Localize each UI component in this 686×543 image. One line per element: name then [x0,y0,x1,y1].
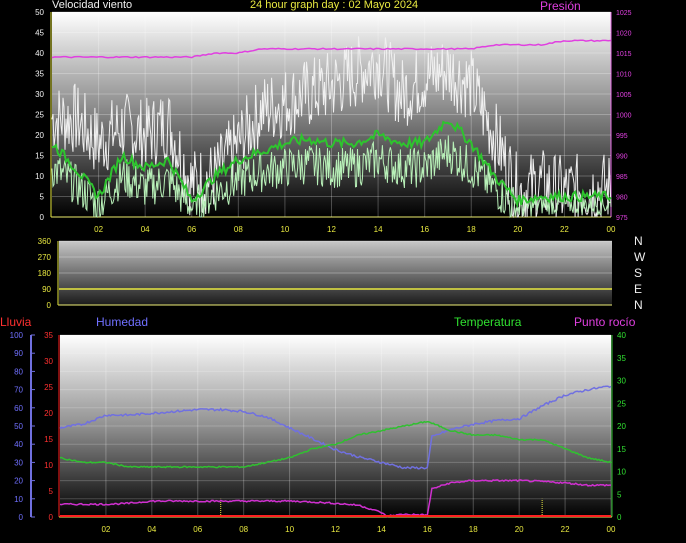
pressure-y-tick-label: 1020 [616,31,632,38]
humidity-x-tick-label: 16 [423,525,432,534]
humidity-y-tick-label: 90 [14,349,23,358]
pressure-y-tick-label: 1015 [616,51,632,58]
wind-y-tick-label: 5 [40,193,45,202]
humidity-x-tick-label: 20 [515,525,524,534]
pressure-label: Presión [540,0,581,13]
temp-y-tick-label: 35 [617,354,626,363]
temp-y-tick-label: 0 [617,513,622,522]
direction-y-tick-label: 90 [42,285,51,294]
pressure-y-tick-label: 1000 [616,113,632,120]
compass-e: E [634,282,643,296]
humidity-x-tick-label: 12 [331,525,340,534]
direction-y-tick-label: 180 [38,269,52,278]
rain-y-tick-label: 15 [44,435,53,444]
rain-y-tick-label: 20 [44,409,53,418]
pressure-y-tick-label: 1005 [616,92,632,99]
compass-s: S [634,266,643,280]
humidity-x-tick-label: 04 [147,525,156,534]
wind-y-tick-label: 45 [35,29,44,38]
wind-y-tick-label: 25 [35,111,44,120]
humidity-x-tick-label: 10 [285,525,294,534]
humidity-x-tick-label: 22 [561,525,570,534]
rain-y-tick-label: 10 [44,461,53,470]
compass-n-bottom: N [634,298,643,312]
humidity-y-tick-label: 20 [14,477,23,486]
pressure-y-tick-label: 985 [616,174,628,181]
wind-y-tick-label: 20 [35,131,44,140]
pressure-y-tick-label: 980 [616,195,628,202]
rain-y-tick-label: 35 [44,331,53,340]
humidity-y-tick-label: 40 [14,440,23,449]
wind-y-tick-label: 10 [35,172,44,181]
humidity-x-tick-label: 18 [469,525,478,534]
wind-y-tick-label: 15 [35,152,44,161]
temp-y-tick-label: 25 [617,399,626,408]
humidity-x-tick-label: 14 [377,525,386,534]
rain-label: Lluvia [0,315,32,329]
rain-y-tick-label: 30 [44,357,53,366]
temp-y-tick-label: 10 [617,468,626,477]
rain-y-tick-label: 25 [44,383,53,392]
compass-n-top: N [634,234,643,248]
humidity-y-tick-label: 0 [19,513,24,522]
temp-y-tick-label: 15 [617,445,626,454]
rain-y-tick-label: 5 [49,487,54,496]
wind-x-tick-label: 08 [234,225,243,234]
wind-x-tick-label: 00 [607,225,616,234]
humidity-x-tick-label: 00 [607,525,616,534]
humidity-y-tick-label: 70 [14,386,23,395]
temp-y-tick-label: 40 [617,331,626,340]
wind-x-tick-label: 02 [94,225,103,234]
chart-title: 24 hour graph day : 02 Mayo 2024 [250,0,419,11]
wind-x-tick-label: 06 [187,225,196,234]
wind-y-tick-label: 30 [35,90,44,99]
wind-y-tick-label: 35 [35,70,44,79]
wind-x-tick-label: 14 [374,225,383,234]
weather-graph: 0510152025303540455097598098599099510001… [10,8,632,534]
humidity-x-tick-label: 08 [239,525,248,534]
wind-x-tick-label: 22 [560,225,569,234]
direction-y-tick-label: 0 [47,301,52,310]
humidity-y-tick-label: 100 [10,331,24,340]
dewpoint-label: Punto rocío [574,315,636,329]
humidity-x-tick-label: 06 [193,525,202,534]
temp-y-tick-label: 20 [617,422,626,431]
wind-x-tick-label: 20 [513,225,522,234]
wind-y-tick-label: 50 [35,8,44,17]
humidity-label: Humedad [96,315,149,329]
pressure-y-tick-label: 990 [616,154,628,161]
wind-x-tick-label: 12 [327,225,336,234]
wind-x-tick-label: 18 [467,225,476,234]
temperature-label: Temperatura [454,315,522,329]
temp-y-tick-label: 5 [617,490,622,499]
wind-y-tick-label: 0 [40,213,45,222]
wind-y-tick-label: 40 [35,49,44,58]
humidity-y-tick-label: 80 [14,367,23,376]
humidity-y-tick-label: 60 [14,404,23,413]
humidity-y-tick-label: 10 [14,495,23,504]
rain-y-tick-label: 0 [49,513,54,522]
humidity-x-tick-label: 02 [101,525,110,534]
pressure-y-tick-label: 995 [616,133,628,140]
wind-x-tick-label: 04 [141,225,150,234]
direction-y-tick-label: 270 [38,253,52,262]
wind-x-tick-label: 10 [280,225,289,234]
wind-speed-label: Velocidad viento [52,0,133,11]
pressure-y-tick-label: 1025 [616,10,632,17]
humidity-y-tick-label: 30 [14,458,23,467]
pressure-y-tick-label: 1010 [616,72,632,79]
temp-y-tick-label: 30 [617,377,626,386]
direction-y-tick-label: 360 [38,237,52,246]
humidity-y-tick-label: 50 [14,422,23,431]
pressure-y-tick-label: 975 [616,215,628,222]
wind-x-tick-label: 16 [420,225,429,234]
compass-w: W [634,250,646,264]
